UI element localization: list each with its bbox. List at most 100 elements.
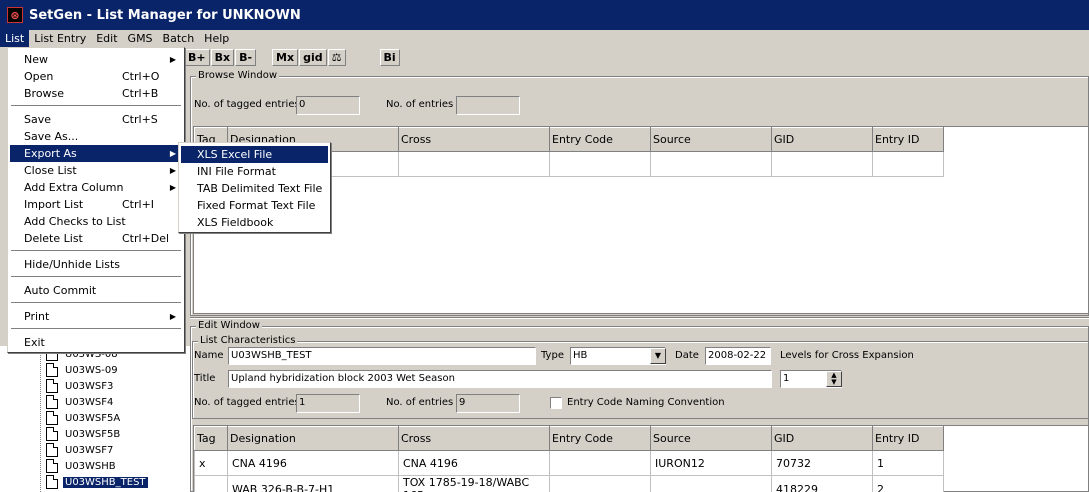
col-tag[interactable]: Tag bbox=[194, 426, 228, 451]
browse-tagged-label: No. of tagged entries bbox=[194, 99, 300, 110]
chevron-down-icon[interactable]: ▼ bbox=[650, 348, 666, 364]
binoculars-icon[interactable]: ⚖ bbox=[327, 49, 346, 66]
cell-gid[interactable]: 418229 bbox=[771, 475, 873, 492]
menu-item-new[interactable]: New ▶ bbox=[10, 51, 182, 68]
col-gid[interactable]: GID bbox=[771, 426, 873, 451]
menu-item-print[interactable]: Print ▶ bbox=[10, 308, 182, 325]
col-cross[interactable]: Cross bbox=[398, 426, 550, 451]
date-label: Date bbox=[675, 350, 699, 361]
col-entry-id[interactable]: Entry ID bbox=[872, 127, 944, 152]
col-entry-code[interactable]: Entry Code bbox=[549, 426, 651, 451]
edit-entries-field: 9 bbox=[456, 394, 520, 413]
table-row[interactable]: WAB 326-B-B-7-H1 TOX 1785-19-18/WABC 165… bbox=[194, 475, 944, 492]
tree-item[interactable]: U03WSHB bbox=[46, 458, 118, 474]
menu-list-entry[interactable]: List Entry bbox=[29, 30, 91, 47]
submenu-item-fixed-format[interactable]: Fixed Format Text File bbox=[181, 197, 328, 214]
arrow-right-icon: ▶ bbox=[169, 149, 176, 158]
window-title: SetGen - List Manager for UNKNOWN bbox=[29, 7, 301, 23]
cell-tag[interactable]: x bbox=[194, 450, 228, 476]
menu-item-save-as[interactable]: Save As... bbox=[10, 128, 182, 145]
toolbar-bx-button[interactable]: Bx bbox=[210, 49, 235, 66]
col-gid[interactable]: GID bbox=[771, 127, 873, 152]
menu-bar: List List Entry Edit GMS Batch Help bbox=[0, 30, 1089, 47]
document-icon bbox=[46, 475, 58, 489]
submenu-item-ini[interactable]: INI File Format bbox=[181, 163, 328, 180]
tree-item[interactable]: U03WSF5B bbox=[46, 426, 122, 442]
toolbar-gid-button[interactable]: gid bbox=[299, 49, 327, 66]
col-designation[interactable]: Designation bbox=[227, 426, 399, 451]
title-bar: ⊛ SetGen - List Manager for UNKNOWN bbox=[0, 0, 1089, 30]
submenu-item-xls-fieldbook[interactable]: XLS Fieldbook bbox=[181, 214, 328, 231]
menu-item-delete-list[interactable]: Delete List Ctrl+Del bbox=[10, 230, 182, 247]
tree-item[interactable]: U03WSF5A bbox=[46, 410, 122, 426]
submenu-item-tab-delimited[interactable]: TAB Delimited Text File bbox=[181, 180, 328, 197]
tree-item[interactable]: U03WSF7 bbox=[46, 442, 115, 458]
name-field[interactable]: U03WSHB_TEST bbox=[228, 347, 536, 365]
arrow-right-icon: ▶ bbox=[169, 166, 176, 175]
menu-item-exit[interactable]: Exit bbox=[10, 334, 182, 351]
edit-grid[interactable]: Tag Designation Cross Entry Code Source … bbox=[193, 425, 1089, 492]
toolbar-b-plus-button[interactable]: B+ bbox=[184, 49, 210, 66]
toolbar-b-minus-button[interactable]: B- bbox=[235, 49, 257, 66]
cell-source[interactable] bbox=[650, 475, 772, 492]
menu-item-import-list[interactable]: Import List Ctrl+I bbox=[10, 196, 182, 213]
cell-designation[interactable]: WAB 326-B-B-7-H1 bbox=[227, 475, 399, 492]
spinner-icon[interactable]: ▲ ▼ bbox=[826, 371, 842, 387]
menu-list[interactable]: List bbox=[0, 30, 30, 47]
title-field[interactable]: Upland hybridization block 2003 Wet Seas… bbox=[228, 370, 772, 388]
menu-item-save[interactable]: Save Ctrl+S bbox=[10, 111, 182, 128]
toolbar-bi-button[interactable]: Bi bbox=[379, 49, 400, 66]
menu-item-export-as[interactable]: Export As ▶ bbox=[10, 145, 182, 162]
browse-entries-label: No. of entries bbox=[386, 99, 454, 110]
cell-designation[interactable]: CNA 4196 bbox=[227, 450, 399, 476]
name-label: Name bbox=[194, 350, 224, 361]
cell-entry-code[interactable] bbox=[549, 450, 651, 476]
menu-item-open[interactable]: Open Ctrl+O bbox=[10, 68, 182, 85]
export-submenu: XLS Excel File INI File Format TAB Delim… bbox=[178, 142, 331, 233]
cell-entry-id[interactable]: 1 bbox=[872, 450, 944, 476]
toolbar-mx-button[interactable]: Mx bbox=[272, 49, 299, 66]
cell-cross[interactable]: CNA 4196 bbox=[398, 450, 550, 476]
list-menu: New ▶ Open Ctrl+O Browse Ctrl+B Save Ctrl+S … bbox=[7, 47, 185, 353]
tree-item-selected[interactable]: U03WSHB_TEST bbox=[46, 474, 148, 490]
cell-entry-id[interactable]: 2 bbox=[872, 475, 944, 492]
cell-entry-code[interactable] bbox=[549, 475, 651, 492]
menu-item-hide-unhide[interactable]: Hide/Unhide Lists bbox=[10, 256, 182, 273]
menu-gms[interactable]: GMS bbox=[123, 30, 158, 47]
tree-item[interactable]: U03WSF3 bbox=[46, 378, 115, 394]
menu-item-add-checks[interactable]: Add Checks to List bbox=[10, 213, 182, 230]
col-cross[interactable]: Cross bbox=[398, 127, 550, 152]
menu-item-auto-commit[interactable]: Auto Commit bbox=[10, 282, 182, 299]
tree-item[interactable]: U03WSF4 bbox=[46, 394, 115, 410]
date-field[interactable]: 2008-02-22 bbox=[705, 347, 771, 365]
table-row[interactable]: x CNA 4196 CNA 4196 IURON12 70732 1 bbox=[194, 450, 944, 476]
col-entry-code[interactable]: Entry Code bbox=[549, 127, 651, 152]
title-label: Title bbox=[194, 373, 216, 384]
naming-convention-checkbox[interactable] bbox=[550, 397, 562, 409]
col-entry-id[interactable]: Entry ID bbox=[872, 426, 944, 451]
list-tree[interactable]: U03WS-08 U03WS-09 U03WSF3 U03WSF4 U03WSF… bbox=[0, 346, 190, 492]
menu-item-browse[interactable]: Browse Ctrl+B bbox=[10, 85, 182, 102]
menu-item-add-extra-column[interactable]: Add Extra Column ▶ bbox=[10, 179, 182, 196]
edit-entries-label: No. of entries bbox=[386, 397, 454, 408]
submenu-item-xls-excel[interactable]: XLS Excel File bbox=[181, 146, 328, 163]
browse-tagged-field: 0 bbox=[296, 96, 360, 115]
edit-grid-header: Tag Designation Cross Entry Code Source … bbox=[194, 426, 944, 451]
window-divider[interactable] bbox=[190, 317, 1089, 319]
col-source[interactable]: Source bbox=[650, 127, 772, 152]
tree-item[interactable]: U03WS-09 bbox=[46, 362, 120, 378]
cell-cross[interactable]: TOX 1785-19-18/WABC 165 bbox=[398, 475, 550, 492]
menu-batch[interactable]: Batch bbox=[158, 30, 200, 47]
cell-gid[interactable]: 70732 bbox=[771, 450, 873, 476]
naming-convention-label: Entry Code Naming Convention bbox=[567, 397, 725, 408]
cell-tag[interactable] bbox=[194, 475, 228, 492]
edit-tagged-label: No. of tagged entries bbox=[194, 397, 300, 408]
cell-source[interactable]: IURON12 bbox=[650, 450, 772, 476]
menu-item-close-list[interactable]: Close List ▶ bbox=[10, 162, 182, 179]
menu-separator bbox=[11, 105, 181, 107]
col-source[interactable]: Source bbox=[650, 426, 772, 451]
edit-tagged-field: 1 bbox=[296, 394, 360, 413]
menu-edit[interactable]: Edit bbox=[91, 30, 122, 47]
menu-help[interactable]: Help bbox=[199, 30, 234, 47]
menu-separator bbox=[11, 250, 181, 252]
